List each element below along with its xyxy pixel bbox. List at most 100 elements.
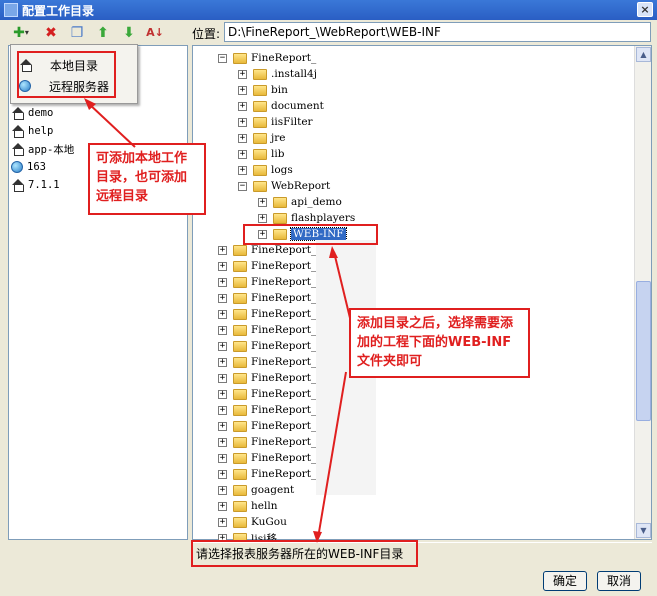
expand-icon[interactable]: + bbox=[238, 117, 247, 127]
expand-icon[interactable]: + bbox=[258, 197, 267, 207]
add-dropdown-button[interactable]: ✚ ▾ bbox=[8, 24, 34, 42]
tree-node-label: FineReport_ bbox=[251, 452, 317, 464]
tree-node[interactable]: + FineReport_ bbox=[218, 370, 316, 386]
tree-node[interactable]: + logs bbox=[238, 162, 293, 178]
tree-node[interactable]: + KuGou bbox=[218, 514, 287, 530]
window-title: 配置工作目录 bbox=[22, 3, 95, 18]
expand-icon[interactable]: + bbox=[218, 357, 227, 367]
tree-node[interactable]: + FineReport_ bbox=[218, 354, 316, 370]
tree-node[interactable]: + FineReport_ bbox=[218, 306, 316, 322]
tree-node[interactable]: + iisFilter bbox=[238, 114, 313, 130]
expand-icon[interactable]: + bbox=[218, 277, 227, 287]
tree-node[interactable]: + FineReport_ bbox=[218, 290, 316, 306]
folder-icon bbox=[233, 260, 247, 272]
tree-node[interactable]: − WebReport bbox=[238, 178, 330, 194]
expand-icon[interactable]: + bbox=[218, 261, 227, 271]
folder-icon bbox=[233, 340, 247, 352]
folder-icon bbox=[233, 388, 247, 400]
scroll-up-arrow[interactable]: ▲ bbox=[636, 47, 651, 62]
highlight-dropdown bbox=[17, 51, 116, 98]
scroll-thumb[interactable] bbox=[636, 281, 651, 421]
folder-icon bbox=[233, 52, 247, 64]
tree-node[interactable]: + FineReport_ bbox=[218, 466, 316, 482]
cancel-button[interactable]: 取消 bbox=[597, 571, 641, 591]
expand-icon[interactable]: + bbox=[238, 85, 247, 95]
tree-node[interactable]: + jre bbox=[238, 130, 286, 146]
expand-icon[interactable]: + bbox=[218, 501, 227, 511]
tree-node[interactable]: + FineReport_ bbox=[218, 274, 316, 290]
folder-icon bbox=[233, 484, 247, 496]
expand-icon[interactable]: + bbox=[238, 149, 247, 159]
expand-icon[interactable]: + bbox=[218, 389, 227, 399]
highlight-webinf bbox=[243, 224, 378, 245]
expand-icon[interactable]: + bbox=[218, 341, 227, 351]
folder-icon bbox=[233, 452, 247, 464]
delete-button[interactable]: ✖ bbox=[42, 24, 60, 42]
expand-icon[interactable]: + bbox=[218, 421, 227, 431]
expand-icon[interactable]: + bbox=[238, 165, 247, 175]
tree-node-label: logs bbox=[271, 164, 293, 176]
list-item[interactable]: 163 bbox=[11, 159, 46, 175]
tree-node-label: FineReport_ bbox=[251, 420, 317, 432]
tree-node[interactable]: + lib bbox=[238, 146, 284, 162]
tree-node[interactable]: + FineReport_ bbox=[218, 418, 316, 434]
tree-node[interactable]: + FineReport_ bbox=[218, 338, 316, 354]
sort-button[interactable]: A↓ bbox=[146, 24, 164, 42]
delete-x-icon: ✖ bbox=[45, 25, 57, 41]
copy-icon: ❐ bbox=[70, 25, 84, 41]
vertical-scrollbar[interactable]: ▲ ▼ bbox=[634, 46, 651, 539]
move-down-button[interactable]: ⬇ bbox=[120, 24, 138, 42]
expand-icon[interactable]: + bbox=[218, 517, 227, 527]
expand-icon[interactable]: + bbox=[238, 69, 247, 79]
tree-node-label: lib bbox=[271, 148, 285, 160]
title-bar: 配置工作目录 × bbox=[0, 0, 657, 20]
tree-node[interactable]: + api_demo bbox=[258, 194, 342, 210]
tree-node-label: FineReport_ bbox=[251, 404, 317, 416]
expand-icon[interactable]: + bbox=[218, 437, 227, 447]
expand-icon[interactable]: + bbox=[218, 245, 227, 255]
expand-icon[interactable]: + bbox=[238, 133, 247, 143]
expand-icon[interactable]: + bbox=[238, 101, 247, 111]
list-item[interactable]: help bbox=[11, 123, 53, 139]
expand-icon[interactable]: + bbox=[218, 293, 227, 303]
location-input[interactable]: D:\FineReport_\WebReport\WEB-INF bbox=[224, 22, 651, 42]
expand-icon[interactable]: + bbox=[218, 325, 227, 335]
scroll-down-arrow[interactable]: ▼ bbox=[636, 523, 651, 538]
tree-node-label: FineReport_ bbox=[251, 388, 317, 400]
tree-node[interactable]: + document bbox=[238, 98, 324, 114]
expand-icon[interactable]: + bbox=[218, 405, 227, 415]
folder-icon bbox=[253, 84, 267, 96]
tree-node[interactable]: + goagent bbox=[218, 482, 294, 498]
tree-node-label: bin bbox=[271, 84, 288, 96]
copy-button[interactable]: ❐ bbox=[68, 24, 86, 42]
collapse-icon[interactable]: − bbox=[218, 53, 227, 63]
tree-node[interactable]: + .install4j bbox=[238, 66, 317, 82]
tree-node[interactable]: − FineReport_ bbox=[218, 50, 316, 66]
move-up-button[interactable]: ⬆ bbox=[94, 24, 112, 42]
app-icon bbox=[4, 3, 18, 17]
expand-icon[interactable]: + bbox=[218, 469, 227, 479]
list-item[interactable]: demo bbox=[11, 105, 53, 121]
ok-button[interactable]: 确定 bbox=[543, 571, 587, 591]
expand-icon[interactable]: + bbox=[218, 309, 227, 319]
workdir-list[interactable]: demo help app-本地 163 7.1.1 bbox=[8, 45, 188, 540]
collapse-icon[interactable]: − bbox=[238, 181, 247, 191]
expand-icon[interactable]: + bbox=[218, 485, 227, 495]
expand-icon[interactable]: + bbox=[258, 213, 267, 223]
expand-icon[interactable]: + bbox=[218, 453, 227, 463]
tree-node-label: document bbox=[271, 100, 324, 112]
tree-node[interactable]: + FineReport_ bbox=[218, 434, 316, 450]
tree-node-label: FineReport_ bbox=[251, 356, 317, 368]
tree-node[interactable]: + FineReport_ bbox=[218, 258, 316, 274]
tree-node[interactable]: + FineReport_ bbox=[218, 402, 316, 418]
tree-node[interactable]: + helln bbox=[218, 498, 277, 514]
tree-node[interactable]: + bin bbox=[238, 82, 288, 98]
close-button[interactable]: × bbox=[637, 2, 653, 17]
tree-node[interactable]: + FineReport_ bbox=[218, 450, 316, 466]
list-item[interactable]: 7.1.1 bbox=[11, 177, 60, 193]
list-item[interactable]: app-本地 bbox=[11, 141, 74, 157]
folder-icon bbox=[233, 436, 247, 448]
tree-node[interactable]: + FineReport_ bbox=[218, 386, 316, 402]
tree-node[interactable]: + FineReport_ bbox=[218, 322, 316, 338]
expand-icon[interactable]: + bbox=[218, 373, 227, 383]
